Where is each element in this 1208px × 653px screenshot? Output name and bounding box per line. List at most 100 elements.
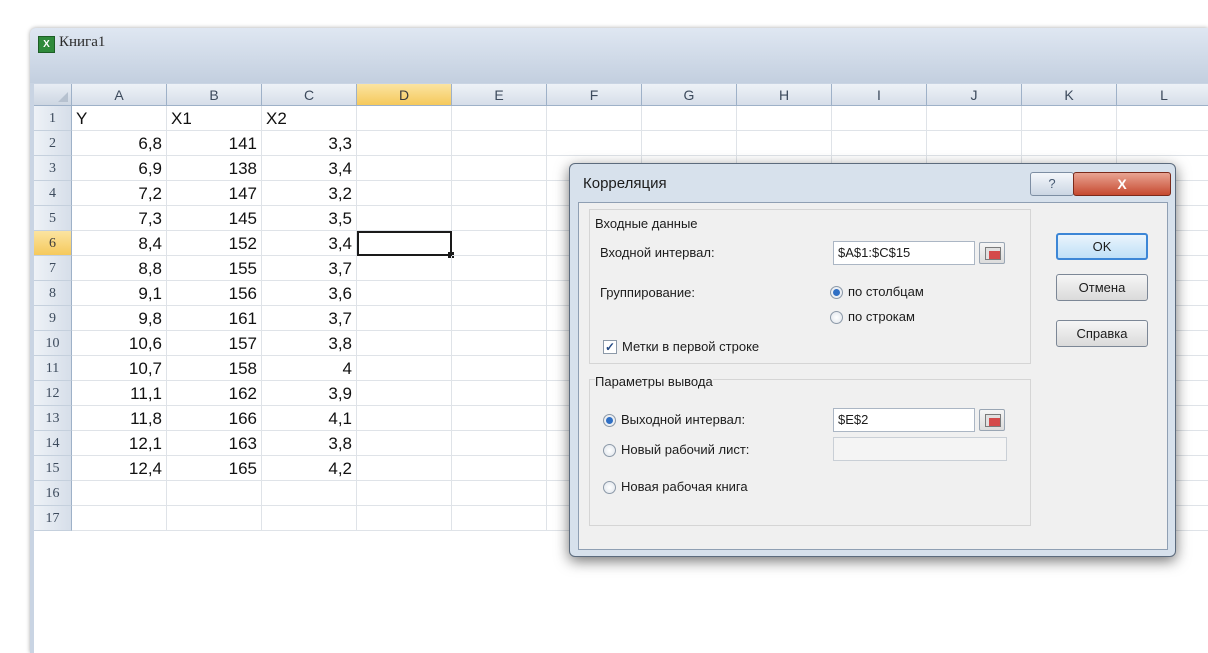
- group-by-columns-radio[interactable]: [830, 286, 843, 299]
- cell-b8[interactable]: 156: [167, 281, 262, 306]
- empty-cell[interactable]: [452, 181, 547, 206]
- column-header-d[interactable]: D: [357, 84, 452, 106]
- cell-c12[interactable]: 3,9: [262, 381, 357, 406]
- column-header-l[interactable]: L: [1117, 84, 1208, 106]
- empty-cell[interactable]: [357, 506, 452, 531]
- empty-cell[interactable]: [72, 506, 167, 531]
- empty-cell[interactable]: [262, 506, 357, 531]
- empty-cell[interactable]: [642, 131, 737, 156]
- row-header-5[interactable]: 5: [34, 206, 72, 231]
- select-all-corner[interactable]: [34, 84, 72, 106]
- row-header-3[interactable]: 3: [34, 156, 72, 181]
- column-header-c[interactable]: C: [262, 84, 357, 106]
- empty-cell[interactable]: [452, 106, 547, 131]
- row-header-12[interactable]: 12: [34, 381, 72, 406]
- output-range-radio[interactable]: [603, 414, 616, 427]
- empty-cell[interactable]: [452, 231, 547, 256]
- empty-cell[interactable]: [357, 356, 452, 381]
- empty-cell[interactable]: [357, 306, 452, 331]
- column-header-f[interactable]: F: [547, 84, 642, 106]
- new-workbook-radio[interactable]: [603, 481, 616, 494]
- row-header-8[interactable]: 8: [34, 281, 72, 306]
- empty-cell[interactable]: [262, 481, 357, 506]
- empty-cell[interactable]: [1117, 106, 1208, 131]
- cell-a12[interactable]: 11,1: [72, 381, 167, 406]
- empty-cell[interactable]: [357, 156, 452, 181]
- empty-cell[interactable]: [72, 481, 167, 506]
- empty-cell[interactable]: [1022, 131, 1117, 156]
- output-range-field[interactable]: $E$2: [833, 408, 975, 432]
- new-sheet-radio[interactable]: [603, 444, 616, 457]
- cell-c4[interactable]: 3,2: [262, 181, 357, 206]
- empty-cell[interactable]: [357, 481, 452, 506]
- empty-cell[interactable]: [452, 331, 547, 356]
- empty-cell[interactable]: [357, 181, 452, 206]
- cell-b7[interactable]: 155: [167, 256, 262, 281]
- empty-cell[interactable]: [832, 131, 927, 156]
- cell-a11[interactable]: 10,7: [72, 356, 167, 381]
- cell-c8[interactable]: 3,6: [262, 281, 357, 306]
- empty-cell[interactable]: [452, 431, 547, 456]
- row-header-1[interactable]: 1: [34, 106, 72, 131]
- cell-b4[interactable]: 147: [167, 181, 262, 206]
- empty-cell[interactable]: [357, 206, 452, 231]
- empty-cell[interactable]: [357, 431, 452, 456]
- column-header-i[interactable]: I: [832, 84, 927, 106]
- input-range-field[interactable]: $A$1:$C$15: [833, 241, 975, 265]
- row-header-2[interactable]: 2: [34, 131, 72, 156]
- cell-b1[interactable]: X1: [167, 106, 262, 131]
- row-header-4[interactable]: 4: [34, 181, 72, 206]
- cell-c13[interactable]: 4,1: [262, 406, 357, 431]
- help-icon[interactable]: ?: [1030, 172, 1074, 196]
- empty-cell[interactable]: [357, 256, 452, 281]
- cancel-button[interactable]: Отмена: [1056, 274, 1148, 301]
- empty-cell[interactable]: [452, 256, 547, 281]
- empty-cell[interactable]: [927, 106, 1022, 131]
- column-header-h[interactable]: H: [737, 84, 832, 106]
- row-header-15[interactable]: 15: [34, 456, 72, 481]
- cell-b3[interactable]: 138: [167, 156, 262, 181]
- group-by-rows-label[interactable]: по строкам: [848, 309, 915, 324]
- output-range-collapse-button[interactable]: [979, 409, 1005, 431]
- row-header-6[interactable]: 6: [34, 231, 72, 256]
- empty-cell[interactable]: [452, 381, 547, 406]
- row-header-14[interactable]: 14: [34, 431, 72, 456]
- cell-c3[interactable]: 3,4: [262, 156, 357, 181]
- cell-c5[interactable]: 3,5: [262, 206, 357, 231]
- ok-button[interactable]: OK: [1056, 233, 1148, 260]
- empty-cell[interactable]: [1022, 106, 1117, 131]
- new-sheet-label[interactable]: Новый рабочий лист:: [621, 442, 749, 457]
- empty-cell[interactable]: [452, 481, 547, 506]
- empty-cell[interactable]: [927, 131, 1022, 156]
- empty-cell[interactable]: [832, 106, 927, 131]
- row-header-17[interactable]: 17: [34, 506, 72, 531]
- row-header-7[interactable]: 7: [34, 256, 72, 281]
- cell-a10[interactable]: 10,6: [72, 331, 167, 356]
- empty-cell[interactable]: [452, 281, 547, 306]
- cell-c11[interactable]: 4: [262, 356, 357, 381]
- cell-b5[interactable]: 145: [167, 206, 262, 231]
- cell-b10[interactable]: 157: [167, 331, 262, 356]
- empty-cell[interactable]: [357, 131, 452, 156]
- cell-a4[interactable]: 7,2: [72, 181, 167, 206]
- empty-cell[interactable]: [452, 456, 547, 481]
- cell-a8[interactable]: 9,1: [72, 281, 167, 306]
- empty-cell[interactable]: [737, 106, 832, 131]
- group-by-rows-radio[interactable]: [830, 311, 843, 324]
- cell-a2[interactable]: 6,8: [72, 131, 167, 156]
- labels-first-row-label[interactable]: Метки в первой строке: [622, 339, 759, 354]
- empty-cell[interactable]: [452, 206, 547, 231]
- new-sheet-name-field[interactable]: [833, 437, 1007, 461]
- active-cell[interactable]: [357, 231, 452, 256]
- cell-a15[interactable]: 12,4: [72, 456, 167, 481]
- cell-c2[interactable]: 3,3: [262, 131, 357, 156]
- group-by-columns-label[interactable]: по столбцам: [848, 284, 924, 299]
- cell-a6[interactable]: 8,4: [72, 231, 167, 256]
- column-header-a[interactable]: A: [72, 84, 167, 106]
- empty-cell[interactable]: [357, 331, 452, 356]
- empty-cell[interactable]: [167, 481, 262, 506]
- cell-c15[interactable]: 4,2: [262, 456, 357, 481]
- empty-cell[interactable]: [452, 156, 547, 181]
- empty-cell[interactable]: [452, 356, 547, 381]
- column-header-g[interactable]: G: [642, 84, 737, 106]
